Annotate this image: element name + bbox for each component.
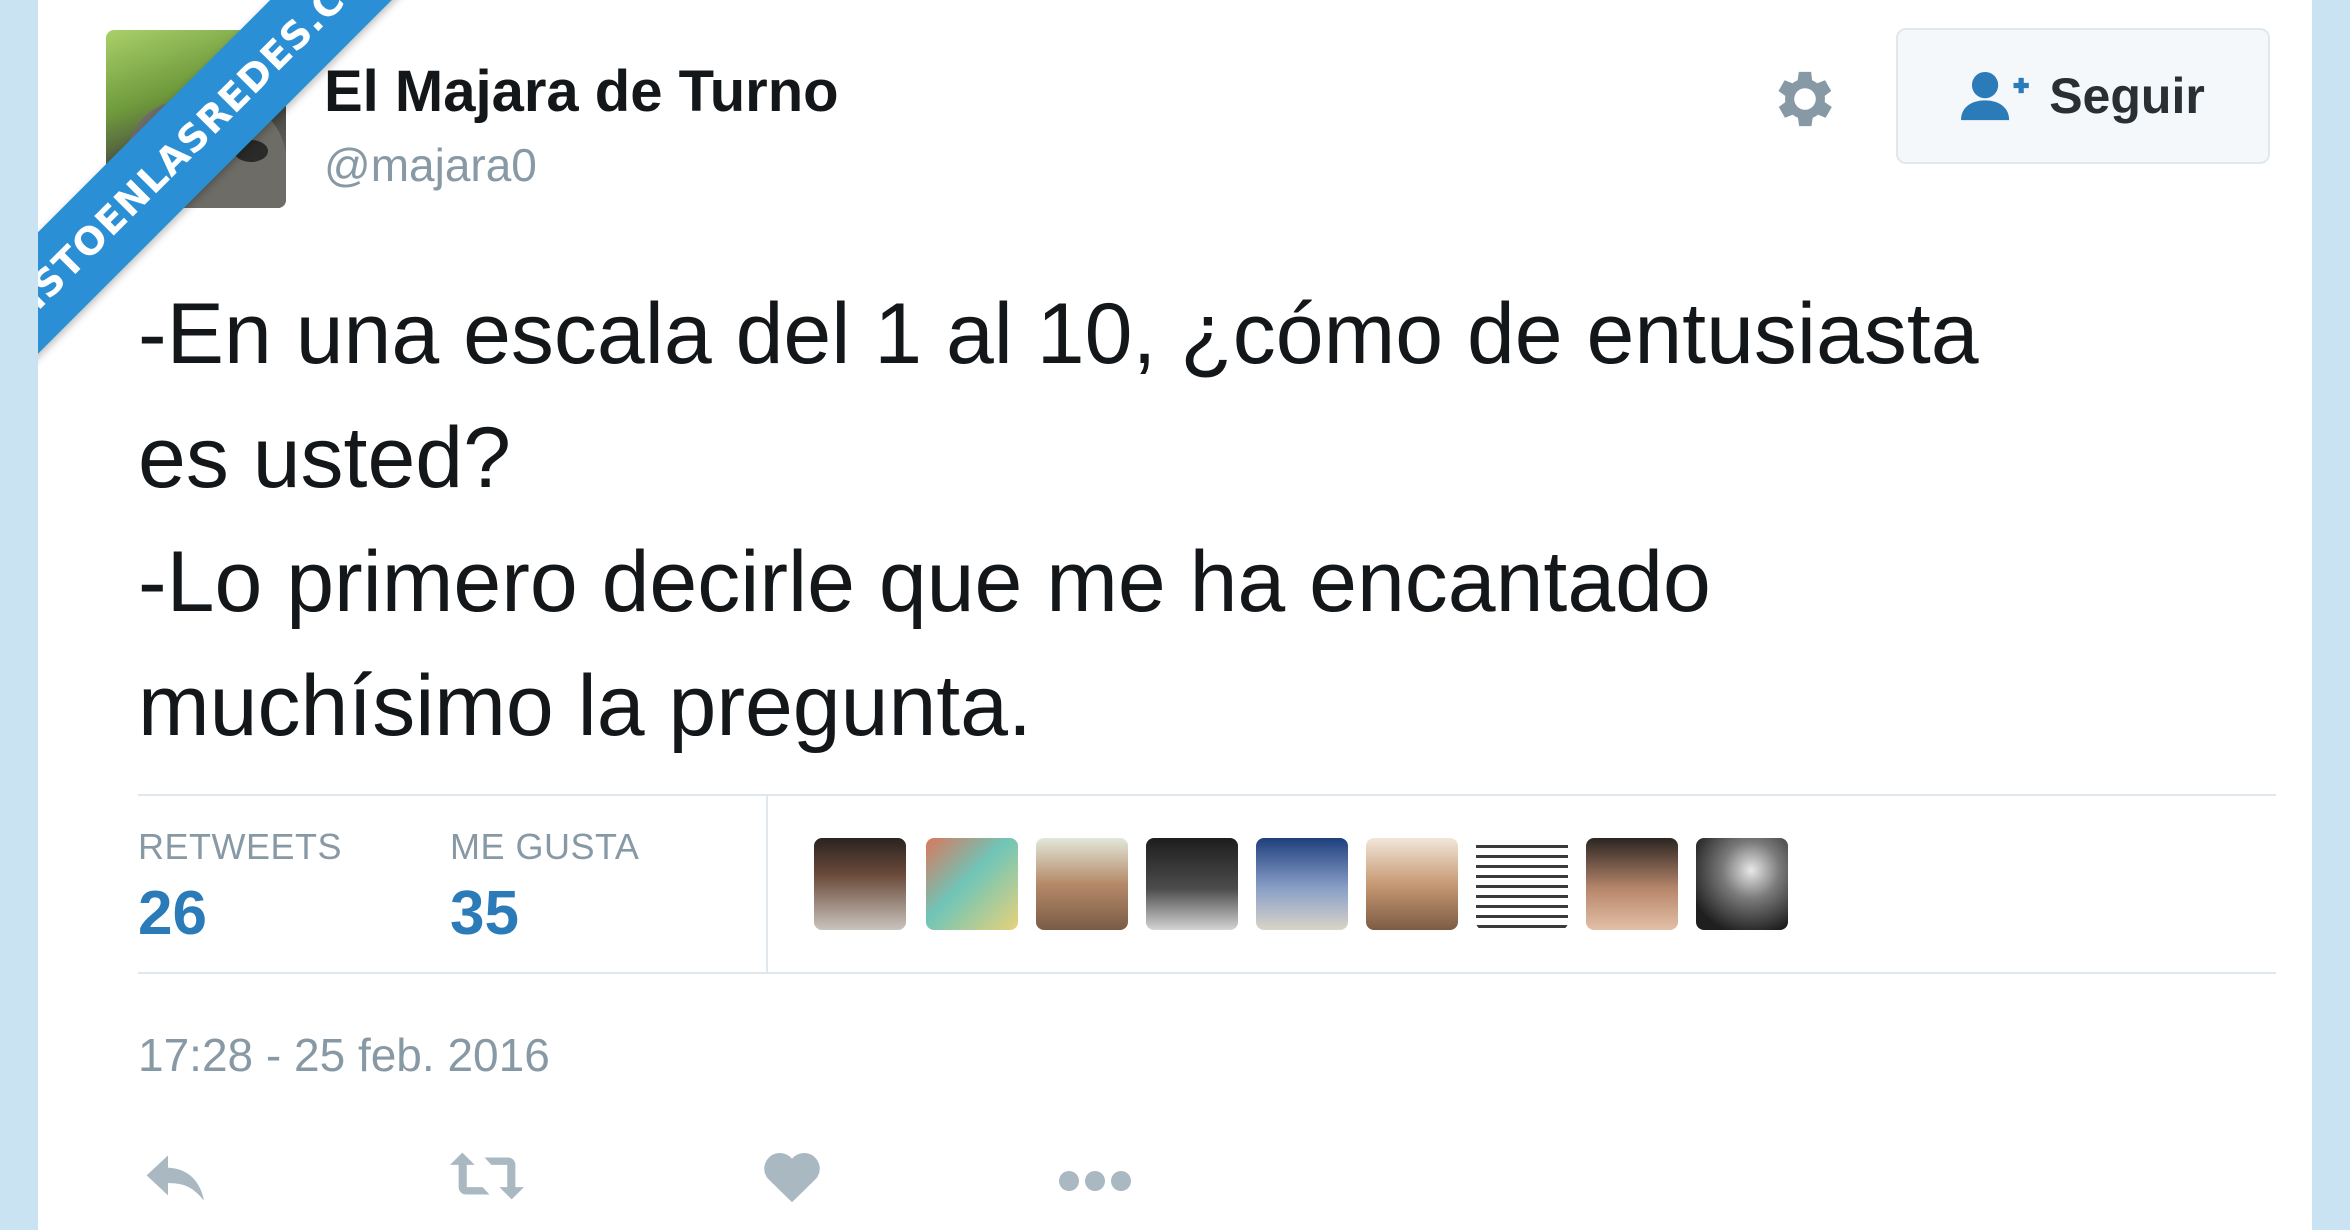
gear-icon[interactable] xyxy=(1768,62,1842,136)
stats-separator xyxy=(766,796,768,972)
liker-avatar-2[interactable] xyxy=(926,838,1018,930)
follow-button[interactable]: Seguir xyxy=(1896,28,2270,164)
retweets-count[interactable]: 26 xyxy=(138,878,207,949)
stats-bottom-divider xyxy=(138,972,2276,974)
tweet-line: es usted? xyxy=(138,410,511,506)
likes-count[interactable]: 35 xyxy=(450,878,519,949)
follow-button-label: Seguir xyxy=(2049,68,2205,124)
tweet-timestamp[interactable]: 17:28 - 25 feb. 2016 xyxy=(138,1028,550,1082)
likes-label[interactable]: ME GUSTA xyxy=(450,826,639,868)
liker-avatar-5[interactable] xyxy=(1256,838,1348,930)
liker-avatar-7[interactable] xyxy=(1476,838,1568,930)
retweets-label[interactable]: RETWEETS xyxy=(138,826,342,868)
liker-avatar-4[interactable] xyxy=(1146,838,1238,930)
more-icon[interactable] xyxy=(1058,1170,1132,1192)
liker-avatar-6[interactable] xyxy=(1366,838,1458,930)
display-name[interactable]: El Majara de Turno xyxy=(324,58,839,125)
liker-avatar-1[interactable] xyxy=(814,838,906,930)
tweet-line: -En una escala del 1 al 10, ¿cómo de ent… xyxy=(138,286,1979,382)
follow-user-icon xyxy=(1961,71,2030,121)
stats-top-divider xyxy=(138,794,2276,796)
reply-icon[interactable] xyxy=(144,1150,208,1206)
liker-avatar-9[interactable] xyxy=(1696,838,1788,930)
tweet-card: VISTOENLASREDES.COM El Majara de Turno @… xyxy=(38,0,2312,1230)
user-handle[interactable]: @majara0 xyxy=(324,138,537,192)
tweet-line: muchísimo la pregunta. xyxy=(138,658,1032,754)
liker-avatar-8[interactable] xyxy=(1586,838,1678,930)
tweet-line: -Lo primero decirle que me ha encantado xyxy=(138,534,1711,630)
liker-avatar-3[interactable] xyxy=(1036,838,1128,930)
tweet-text: -En una escala del 1 al 10, ¿cómo de ent… xyxy=(138,272,2278,768)
like-icon[interactable] xyxy=(762,1148,822,1204)
retweet-icon[interactable] xyxy=(450,1150,524,1202)
